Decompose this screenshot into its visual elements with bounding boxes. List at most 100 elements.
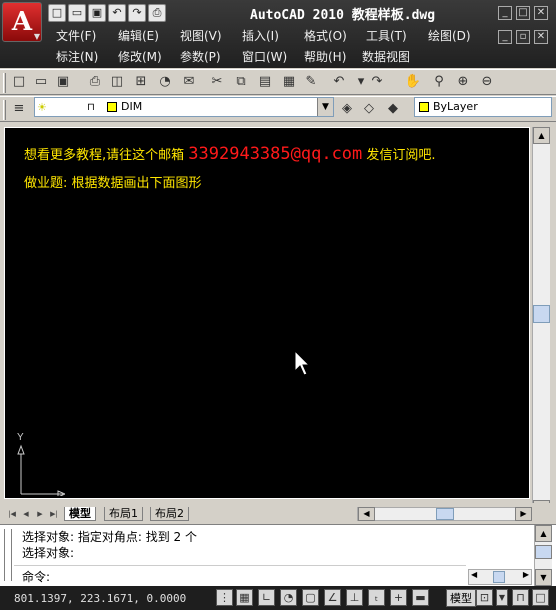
scroll-right-icon[interactable]: ▶ [515, 507, 532, 521]
make-current-layer-icon[interactable]: ◈ [338, 100, 356, 118]
scroll-up-icon[interactable]: ▲ [535, 525, 552, 542]
menu-format[interactable]: 格式(O) [304, 27, 347, 44]
scroll-corner [532, 503, 550, 521]
clean-screen-icon[interactable]: □ [532, 589, 549, 606]
print-icon[interactable]: ⎙ [86, 73, 104, 91]
new-icon[interactable]: □ [10, 73, 28, 91]
redo-icon[interactable]: ↷ [368, 73, 386, 91]
match-properties-icon[interactable]: ▦ [280, 73, 298, 91]
command-scrollbar[interactable]: ▲ ▼ [534, 525, 552, 587]
toolbar-grip[interactable] [3, 100, 6, 120]
layer-states-icon[interactable]: ◆ [384, 100, 402, 118]
tab-model[interactable]: 模型 [64, 507, 96, 521]
horizontal-scroll-thumb[interactable] [436, 508, 454, 520]
layer-color-swatch [107, 102, 117, 112]
mouse-cursor-icon [294, 350, 310, 376]
coordinate-readout[interactable]: 801.1397, 223.1671, 0.0000 [14, 592, 186, 605]
vertical-scrollbar[interactable]: ▲ ▼ [532, 127, 550, 519]
menu-view[interactable]: 视图(V) [180, 27, 222, 44]
menu-dimension[interactable]: 标注(N) [56, 48, 98, 65]
minimize-button[interactable]: _ [498, 6, 512, 20]
lineweight-icon[interactable]: + [390, 589, 407, 606]
new-icon[interactable]: □ [48, 4, 66, 22]
menu-data-view[interactable]: 数据视图 [362, 48, 410, 65]
quick-view-icon[interactable]: ⊡ [476, 589, 493, 606]
pan-icon[interactable]: ✋ [404, 73, 422, 91]
osnap-icon[interactable]: ▢ [302, 589, 319, 606]
menu-parametric[interactable]: 参数(P) [180, 48, 221, 65]
chevron-down-icon[interactable]: ▼ [317, 98, 333, 116]
command-window-grip[interactable] [4, 529, 12, 581]
open-icon[interactable]: ▭ [32, 73, 50, 91]
last-tab-icon[interactable]: ▶| [48, 508, 60, 520]
menu-edit[interactable]: 编辑(E) [118, 27, 159, 44]
model-space-button[interactable]: 模型 [446, 589, 476, 607]
tab-layout1[interactable]: 布局1 [104, 507, 143, 521]
preview-icon[interactable]: ◫ [108, 73, 126, 91]
menu-window[interactable]: 窗口(W) [242, 48, 287, 65]
menu-draw[interactable]: 绘图(D) [428, 27, 471, 44]
copy-icon[interactable]: ⧉ [232, 73, 250, 91]
prev-tab-icon[interactable]: ◀ [20, 508, 32, 520]
model-label: 模型 [450, 592, 472, 605]
etransmit-icon[interactable]: ✉ [180, 73, 198, 91]
publish-icon[interactable]: ⊞ [132, 73, 150, 91]
undo-icon[interactable]: ↶ [330, 73, 348, 91]
lock-toolbar-icon[interactable]: ⊓ [512, 589, 529, 606]
menu-tools[interactable]: 工具(T) [366, 27, 407, 44]
close-button[interactable]: ✕ [534, 6, 548, 20]
layers-toolbar: ≡ ☀ ⊓ DIM ▼ ◈ ◇ ◆ ByLayer [0, 96, 556, 122]
undo-icon[interactable]: ↶ [108, 4, 126, 22]
scroll-left-icon[interactable]: ◀ [471, 570, 477, 579]
command-hscrollbar[interactable]: ◀ ▶ [468, 569, 532, 585]
ortho-icon[interactable]: ∟ [258, 589, 275, 606]
layer-previous-icon[interactable]: ◇ [360, 100, 378, 118]
drawing-canvas[interactable]: 想看更多教程,请往这个邮箱 3392943385@qq.com 发信订阅吧. 做… [4, 127, 530, 499]
zoom-realtime-icon[interactable]: ⚲ [430, 73, 448, 91]
color-dropdown[interactable]: ByLayer [414, 97, 552, 117]
standard-toolbar: □ ▭ ▣ ⎙ ◫ ⊞ ◔ ✉ ✂ ⧉ ▤ ▦ ✎ ↶ ▾ ↷ ✋ ⚲ ⊕ ⊖ [0, 69, 556, 95]
tabs-spacer [200, 508, 350, 520]
block-editor-icon[interactable]: ✎ [302, 73, 320, 91]
redo-icon[interactable]: ↷ [128, 4, 146, 22]
save-icon[interactable]: ▣ [54, 73, 72, 91]
menu-insert[interactable]: 插入(I) [242, 27, 279, 44]
menu-modify[interactable]: 修改(M) [118, 48, 162, 65]
scroll-right-icon[interactable]: ▶ [523, 570, 529, 579]
snap-icon[interactable]: ⋮ [216, 589, 233, 606]
menu-help[interactable]: 帮助(H) [304, 48, 346, 65]
open-icon[interactable]: ▭ [68, 4, 86, 22]
plot-icon[interactable]: ⎙ [148, 4, 166, 22]
scroll-left-icon[interactable]: ◀ [358, 507, 375, 521]
vertical-scroll-thumb[interactable] [533, 305, 550, 323]
qp-icon[interactable]: ▬ [412, 589, 429, 606]
ducs-icon[interactable]: ⊥ [346, 589, 363, 606]
chevron-down-icon[interactable]: ▼ [496, 589, 508, 606]
zoom-previous-icon[interactable]: ⊖ [478, 73, 496, 91]
first-tab-icon[interactable]: |◀ [6, 508, 18, 520]
maximize-button[interactable]: □ [516, 6, 530, 20]
tab-layout2[interactable]: 布局2 [150, 507, 189, 521]
scroll-up-icon[interactable]: ▲ [533, 127, 550, 144]
toolbar-grip[interactable] [3, 73, 6, 93]
next-tab-icon[interactable]: ▶ [34, 508, 46, 520]
save-icon[interactable]: ▣ [88, 4, 106, 22]
paste-icon[interactable]: ▤ [256, 73, 274, 91]
cut-icon[interactable]: ✂ [208, 73, 226, 91]
layer-name: DIM [121, 100, 143, 113]
status-bar: 801.1397, 223.1671, 0.0000 ⋮ ▦ ∟ ◔ ▢ ∠ ⊥… [0, 586, 556, 610]
3d-dwf-icon[interactable]: ◔ [156, 73, 174, 91]
horizontal-scrollbar[interactable]: ◀ ▶ [357, 507, 532, 521]
layer-manager-icon[interactable]: ≡ [10, 100, 28, 118]
otrack-icon[interactable]: ∠ [324, 589, 341, 606]
layer-dropdown[interactable]: ☀ ⊓ DIM ▼ [34, 97, 334, 117]
command-input[interactable]: 命令: [14, 565, 466, 584]
scroll-down-icon[interactable]: ▼ [535, 569, 552, 586]
command-scroll-thumb[interactable] [535, 545, 552, 559]
menu-file[interactable]: 文件(F) [56, 27, 96, 44]
command-hscroll-thumb[interactable] [493, 571, 505, 583]
grid-icon[interactable]: ▦ [236, 589, 253, 606]
zoom-window-icon[interactable]: ⊕ [454, 73, 472, 91]
dyn-icon[interactable]: ₜ [368, 589, 385, 606]
polar-icon[interactable]: ◔ [280, 589, 297, 606]
